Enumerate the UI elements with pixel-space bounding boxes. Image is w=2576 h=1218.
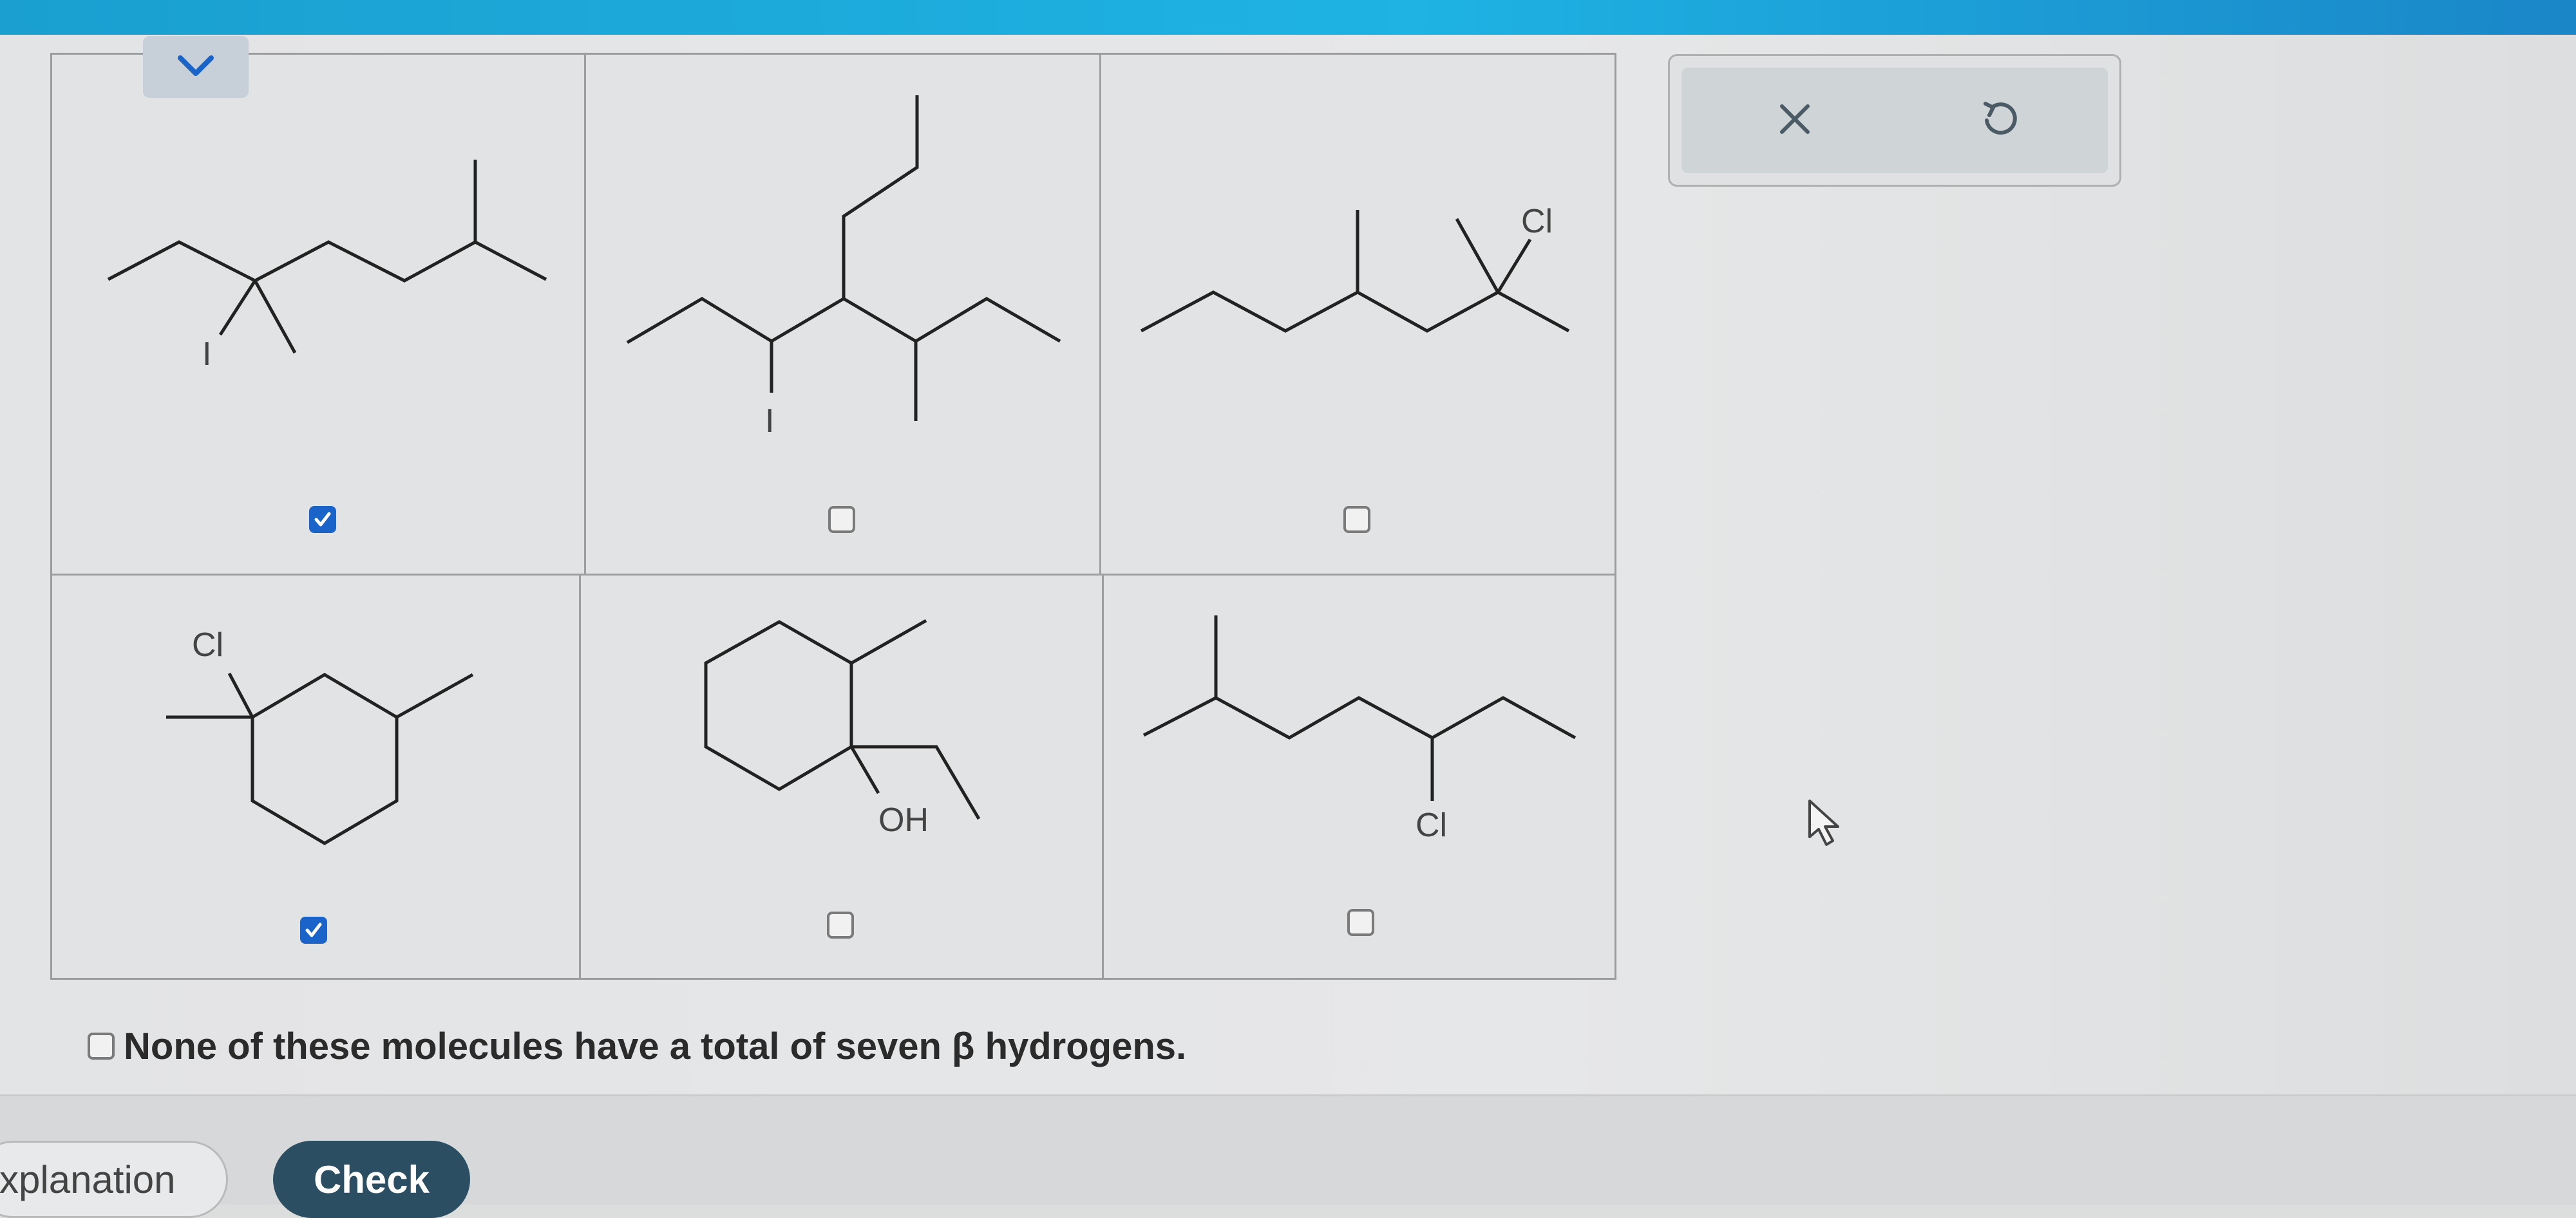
none-option-label: None of these molecules have a total of … <box>124 1025 1187 1067</box>
close-icon <box>1777 101 1813 140</box>
clear-button[interactable] <box>1769 95 1821 146</box>
molecule-6-label: Cl <box>1416 807 1448 844</box>
none-option[interactable]: None of these molecules have a total of … <box>88 1024 1186 1069</box>
check-button[interactable]: Check <box>273 1141 470 1218</box>
none-option-checkbox[interactable] <box>88 1033 115 1060</box>
undo-button[interactable] <box>1973 95 2024 146</box>
answer-toolbox <box>1668 54 2121 187</box>
molecule-6-checkbox[interactable] <box>1347 909 1374 936</box>
toolbox-inner <box>1681 68 2108 173</box>
undo-icon <box>1978 98 2019 143</box>
mouse-cursor-icon <box>1806 798 1844 853</box>
explanation-button[interactable]: xplanation <box>0 1141 228 1218</box>
